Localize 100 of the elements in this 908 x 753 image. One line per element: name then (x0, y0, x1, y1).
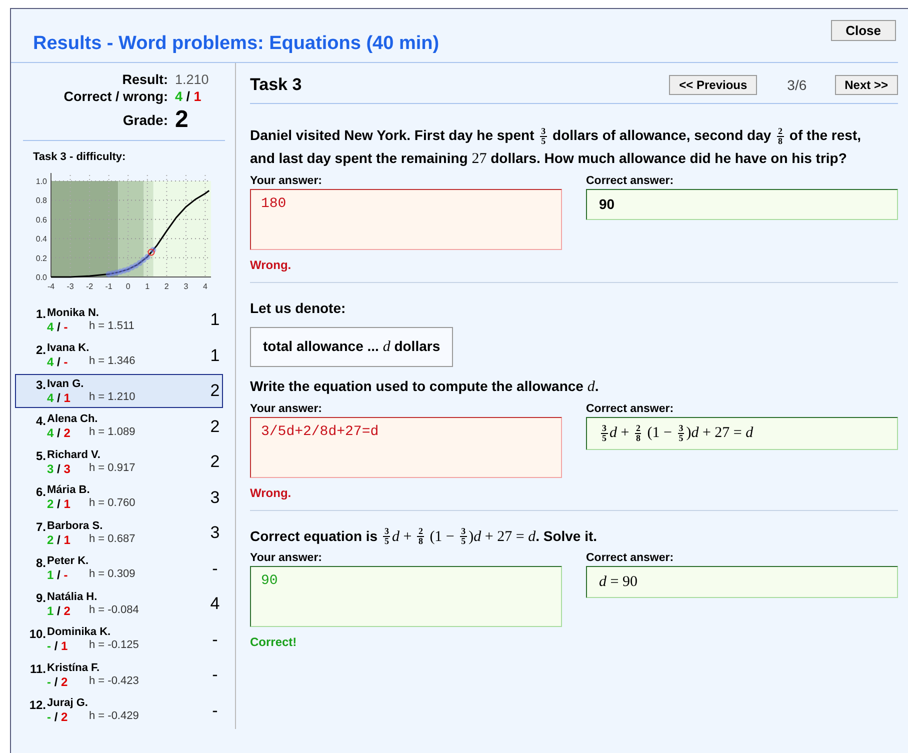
student-score: 2 / 1 (47, 532, 72, 546)
y-tick-label: 0.6 (36, 215, 48, 224)
correct-answer-box: 90 (586, 188, 898, 220)
x-tick-label: -2 (86, 282, 94, 291)
student-h-value: h = -0.429 (89, 710, 139, 724)
x-tick-label: 0 (126, 282, 131, 291)
x-tick-label: -1 (105, 282, 113, 291)
student-name: Natália H. (47, 590, 98, 602)
y-tick-label: 0.8 (36, 196, 48, 206)
student-row[interactable]: 1.Monika N. 4 / - h = 1.511 1 (15, 303, 223, 337)
x-tick-label: -3 (66, 282, 74, 291)
student-score: - / 1 (47, 639, 69, 653)
student-h-value: h = 1.210 (89, 390, 136, 404)
student-row[interactable]: 12.Juraj G. - / 2 h = -0.429 - (15, 694, 223, 728)
student-h-value: h = 0.687 (89, 532, 136, 546)
close-button[interactable]: Close (830, 20, 896, 41)
student-name: Kristína F. (47, 662, 101, 674)
student-score: 1 / 2 (47, 604, 72, 618)
student-rank: 6. (34, 484, 47, 498)
student-score: 4 / 1 (47, 390, 72, 404)
student-rank: 2. (34, 342, 47, 356)
task-position: 3/6 (787, 77, 807, 93)
student-grade: 4 (209, 594, 221, 614)
task-title: Task 3 (250, 75, 302, 95)
student-score: 3 / 3 (47, 462, 72, 476)
student-h-value: h = 0.760 (89, 497, 136, 511)
student-row[interactable]: 5.Richard V. 3 / 3 h = 0.917 2 (15, 445, 223, 479)
student-row[interactable]: 9.Natália H. 1 / 2 h = -0.084 4 (15, 587, 223, 621)
student-rank: 12. (28, 696, 47, 712)
student-grade: 2 (209, 381, 221, 401)
student-grade: 2 (209, 416, 221, 436)
correct-answer-box: d = 90 (586, 566, 898, 598)
student-row[interactable]: 10.Dominika K. - / 1 h = -0.125 - (15, 622, 223, 656)
student-h-value: h = -0.125 (89, 639, 139, 653)
student-grade: - (211, 665, 219, 685)
student-h-value: h = 1.511 (89, 320, 134, 334)
student-row[interactable]: 2.Ivana K. 4 / - h = 1.346 1 (15, 338, 223, 372)
student-rank: 3. (34, 377, 47, 392)
correct-wrong-value: 4 / 1 (175, 89, 202, 104)
feedback-text: Wrong. (250, 486, 292, 500)
student-row[interactable]: 11.Kristína F. - / 2 h = -0.423 - (15, 658, 223, 692)
student-row[interactable]: 4.Alena Ch. 4 / 2 h = 1.089 2 (15, 410, 223, 444)
student-rank: 8. (34, 554, 47, 570)
student-name: Richard V. (47, 448, 102, 460)
student-row[interactable]: 7.Barbora S. 2 / 1 h = 0.687 3 (15, 516, 223, 550)
student-name: Alena Ch. (47, 413, 99, 425)
student-name: Juraj G. (47, 697, 89, 709)
y-tick-label: 0.2 (36, 254, 48, 263)
student-h-value: h = -0.084 (89, 604, 139, 618)
student-h-value: h = 0.917 (89, 462, 136, 476)
x-tick-label: -4 (47, 282, 56, 291)
student-name: Mária B. (47, 484, 91, 496)
student-score: 4 / 2 (47, 426, 72, 440)
chart-title: Task 3 - difficulty: (33, 151, 127, 163)
student-grade: - (211, 558, 219, 578)
correct-answer-label: Correct answer: (586, 402, 675, 415)
student-grade: 1 (209, 310, 221, 330)
correct-answer-label: Correct answer: (586, 552, 675, 564)
student-h-value: h = 1.089 (89, 426, 136, 440)
response-dots-drawing (104, 245, 158, 279)
student-score: 1 / - (47, 568, 69, 582)
student-grade: 1 (209, 346, 221, 366)
definition-box: total allowance ... d dollars (250, 326, 454, 367)
student-grade: - (211, 700, 219, 720)
result-label: Result: (121, 72, 168, 87)
student-row[interactable]: 8.Peter K. 1 / - h = 0.309 - (15, 552, 223, 586)
student-grade: 2 (209, 452, 221, 472)
your-answer-box: 90 (250, 566, 562, 628)
student-score: 4 / - (47, 355, 69, 369)
student-h-value: h = -0.423 (89, 674, 139, 688)
previous-button[interactable]: << Previous (669, 75, 758, 95)
student-row[interactable]: 3.Ivan G. 4 / 1 h = 1.210 2 (15, 374, 223, 408)
correct-wrong-label: Correct / wrong: (62, 89, 168, 104)
next-button[interactable]: Next >> (834, 75, 898, 95)
student-grade: 3 (209, 488, 221, 508)
student-grade: 3 (209, 523, 221, 543)
your-answer-label: Your answer: (250, 552, 323, 564)
y-tick-label: 1.0 (36, 177, 48, 186)
feedback-text: Wrong. (250, 258, 292, 272)
difficulty-chart: 0.0 0.2 0.4 0.6 0.8 1.0 -4 -3 -2 -1 0 1 2 3 4 (15, 171, 215, 299)
student-name: Ivana K. (47, 342, 90, 354)
feedback-text: Correct! (250, 635, 297, 650)
student-name: Dominika K. (47, 626, 112, 638)
grade-label: Grade: (122, 112, 168, 128)
student-rank: 7. (34, 519, 47, 534)
result-value: 1.210 (175, 72, 210, 87)
student-name: Barbora S. (47, 520, 104, 532)
student-score: 4 / - (47, 320, 69, 334)
student-row[interactable]: 6.Mária B. 2 / 1 h = 0.760 3 (15, 480, 223, 514)
student-rank: 1. (34, 306, 47, 321)
student-score: 2 / 1 (47, 497, 72, 511)
x-tick-label: 3 (184, 282, 189, 291)
student-score: - / 2 (47, 710, 69, 724)
x-tick-label: 1 (145, 282, 150, 291)
student-rank: 5. (34, 448, 47, 463)
question-text: Write the equation used to compute the allowance d. (250, 376, 600, 397)
student-rank: 10. (28, 626, 47, 640)
student-rank: 11. (28, 661, 47, 676)
your-answer-label: Your answer: (250, 174, 323, 187)
grade-value: 2 (175, 106, 190, 134)
